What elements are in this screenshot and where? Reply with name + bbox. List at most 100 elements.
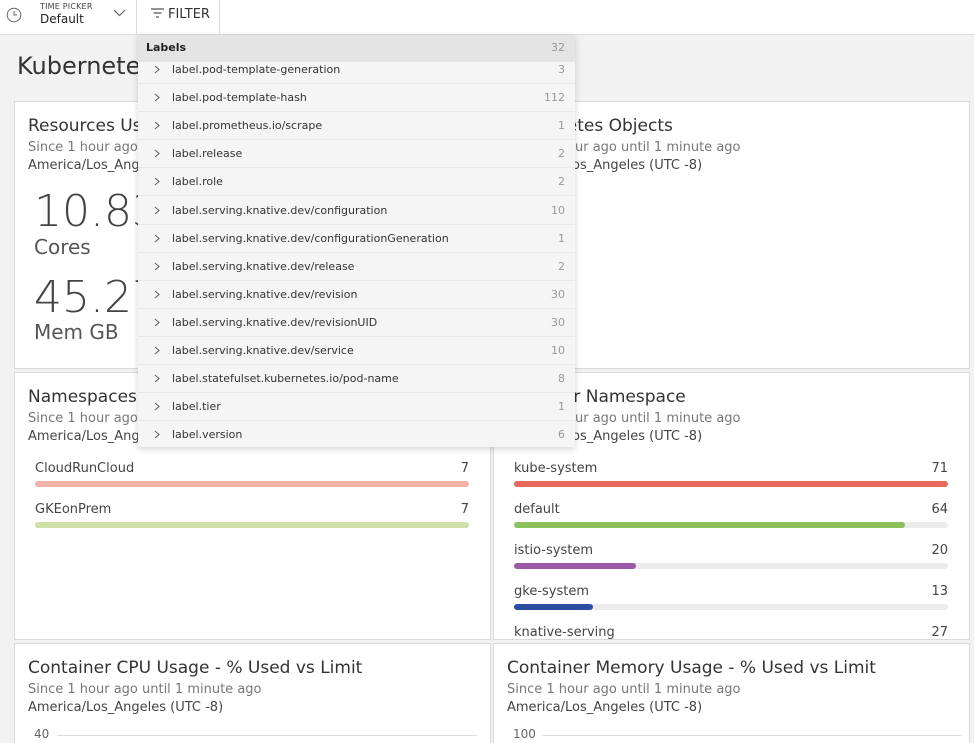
label-filter-count: 1 — [558, 231, 565, 245]
label-filter-item[interactable]: label.serving.knative.dev/revision 30 — [138, 281, 575, 309]
bar-fill — [514, 522, 906, 528]
label-filter-item[interactable]: label.tier 1 — [138, 393, 575, 422]
time-picker-label: TIME PICKER — [40, 2, 93, 11]
label-filter-count: 10 — [551, 203, 565, 217]
bar-row-cloudruncloud[interactable]: CloudRunCloud 7 — [35, 461, 469, 491]
bar-fill — [514, 481, 948, 487]
label-filter-name: label.statefulset.kubernetes.io/pod-name — [172, 372, 399, 386]
filter-icon — [151, 8, 164, 18]
label-filter-name: label.serving.knative.dev/service — [172, 344, 354, 357]
mem-unit: Mem GB — [34, 320, 119, 344]
y-axis-tick-label: 40 — [34, 727, 50, 741]
bar-label: istio-system — [514, 543, 593, 558]
clock-icon — [6, 7, 22, 23]
label-filter-item[interactable]: label.prometheus.io/scrape 1 — [138, 112, 575, 141]
label-filter-count: 1 — [558, 119, 565, 133]
time-picker[interactable]: TIME PICKER Default — [0, 0, 137, 35]
bar-value: 7 — [460, 461, 469, 476]
chevron-right-icon[interactable] — [154, 93, 160, 102]
label-filter-item[interactable]: label.pod-template-generation 3 — [138, 56, 575, 84]
chevron-right-icon[interactable] — [154, 234, 160, 243]
label-filter-item[interactable]: label.pod-template-hash 112 — [138, 84, 575, 113]
bar-track — [514, 563, 948, 569]
bar-fill — [514, 604, 594, 610]
cores-unit: Cores — [34, 235, 91, 259]
bar-row-gke-system[interactable]: gke-system 13 — [514, 584, 948, 614]
bar-row-kube-system[interactable]: kube-system 71 — [514, 461, 948, 491]
chevron-down-icon[interactable] — [113, 8, 126, 18]
bar-row-gkeonprem[interactable]: GKEonPrem 7 — [35, 502, 469, 532]
chevron-right-icon[interactable] — [154, 290, 160, 299]
chevron-right-icon[interactable] — [154, 262, 160, 271]
label-filter-name: label.serving.knative.dev/revisionUID — [172, 315, 378, 329]
gridline — [57, 735, 477, 736]
label-filter-name: label.pod-template-hash — [172, 91, 307, 105]
bar-value: 13 — [931, 584, 948, 599]
label-filter-item[interactable]: label.role 2 — [138, 168, 575, 197]
filter-button[interactable]: FILTER — [137, 0, 220, 35]
bar-row-default[interactable]: default 64 — [514, 502, 948, 532]
label-filter-count: 10 — [551, 344, 565, 357]
label-filter-item[interactable]: label.release 2 — [138, 140, 575, 169]
gridline — [542, 735, 962, 736]
label-filter-item[interactable]: label.serving.knative.dev/revisionUID 30 — [138, 309, 575, 337]
card-title: Container Memory Usage - % Used vs Limit — [507, 658, 876, 678]
y-axis-tick-label: 100 — [513, 727, 536, 741]
label-filter-name: label.serving.knative.dev/revision — [172, 287, 358, 301]
label-filter-item[interactable]: label.serving.knative.dev/service 10 — [138, 337, 575, 365]
bar-track — [514, 604, 948, 610]
filter-labels-dropdown[interactable]: Labels 32 label.pod-template-generation 3… — [138, 35, 575, 447]
bar-label: default — [514, 502, 560, 517]
chevron-right-icon[interactable] — [154, 206, 160, 215]
bar-fill — [35, 481, 469, 487]
time-picker-value: Default — [40, 12, 84, 26]
card-time-range: Since 1 hour ago until 1 minute ago — [28, 682, 262, 697]
bar-track — [514, 481, 948, 487]
bar-label: GKEonPrem — [35, 502, 112, 517]
label-filter-name: label.prometheus.io/scrape — [172, 119, 323, 133]
chevron-right-icon[interactable] — [154, 402, 160, 411]
chevron-right-icon[interactable] — [154, 318, 160, 327]
bar-row-istio-system[interactable]: istio-system 20 — [514, 543, 948, 573]
chevron-right-icon[interactable] — [154, 177, 160, 186]
label-filter-count: 30 — [551, 315, 565, 329]
bar-value: 64 — [931, 502, 948, 517]
label-filter-count: 30 — [551, 287, 565, 301]
bar-track — [35, 522, 469, 528]
top-bar: TIME PICKER Default FILTER — [0, 0, 974, 35]
chevron-right-icon[interactable] — [154, 346, 160, 355]
bar-value: 7 — [460, 502, 469, 517]
labels-group-title: Labels — [146, 41, 187, 54]
chevron-right-icon[interactable] — [154, 430, 160, 439]
label-filter-name: label.role — [172, 175, 223, 189]
bar-value: 20 — [931, 543, 948, 558]
bar-row-knative-serving[interactable]: knative-serving 27 — [514, 625, 948, 640]
bar-label: CloudRunCloud — [35, 461, 135, 476]
page-title: Kubernetes — [17, 52, 153, 80]
card-title: Container CPU Usage - % Used vs Limit — [28, 658, 363, 678]
label-filter-name: label.pod-template-generation — [172, 63, 341, 76]
chevron-right-icon[interactable] — [154, 149, 160, 158]
label-filter-item[interactable]: label.statefulset.kubernetes.io/pod-name… — [138, 365, 575, 394]
card-time-range: Since 1 hour ago until 1 minute ago — [507, 682, 741, 697]
label-filter-name: label.tier — [172, 400, 221, 414]
chevron-right-icon[interactable] — [154, 121, 160, 130]
label-filter-item[interactable]: label.serving.knative.dev/release 2 — [138, 253, 575, 281]
chevron-right-icon[interactable] — [154, 374, 160, 383]
label-filter-item[interactable]: label.serving.knative.dev/configurationG… — [138, 225, 575, 253]
bar-label: knative-serving — [514, 625, 615, 640]
chevron-right-icon[interactable] — [154, 65, 160, 74]
label-filter-count: 2 — [558, 147, 565, 161]
label-filter-item[interactable]: label.version 6 — [138, 421, 575, 447]
bar-fill — [514, 563, 637, 569]
container-cpu-card: Container CPU Usage - % Used vs Limit Si… — [14, 643, 491, 743]
label-filter-name: label.serving.knative.dev/configuration — [172, 203, 388, 217]
label-filter-count: 2 — [558, 259, 565, 273]
bar-value: 27 — [931, 625, 948, 640]
bar-label: kube-system — [514, 461, 598, 476]
container-memory-card: Container Memory Usage - % Used vs Limit… — [493, 643, 970, 743]
label-filter-item[interactable]: label.serving.knative.dev/configuration 1… — [138, 197, 575, 225]
filter-label: FILTER — [168, 7, 210, 22]
label-filter-name: label.version — [172, 428, 243, 442]
label-filter-count: 8 — [558, 372, 565, 386]
